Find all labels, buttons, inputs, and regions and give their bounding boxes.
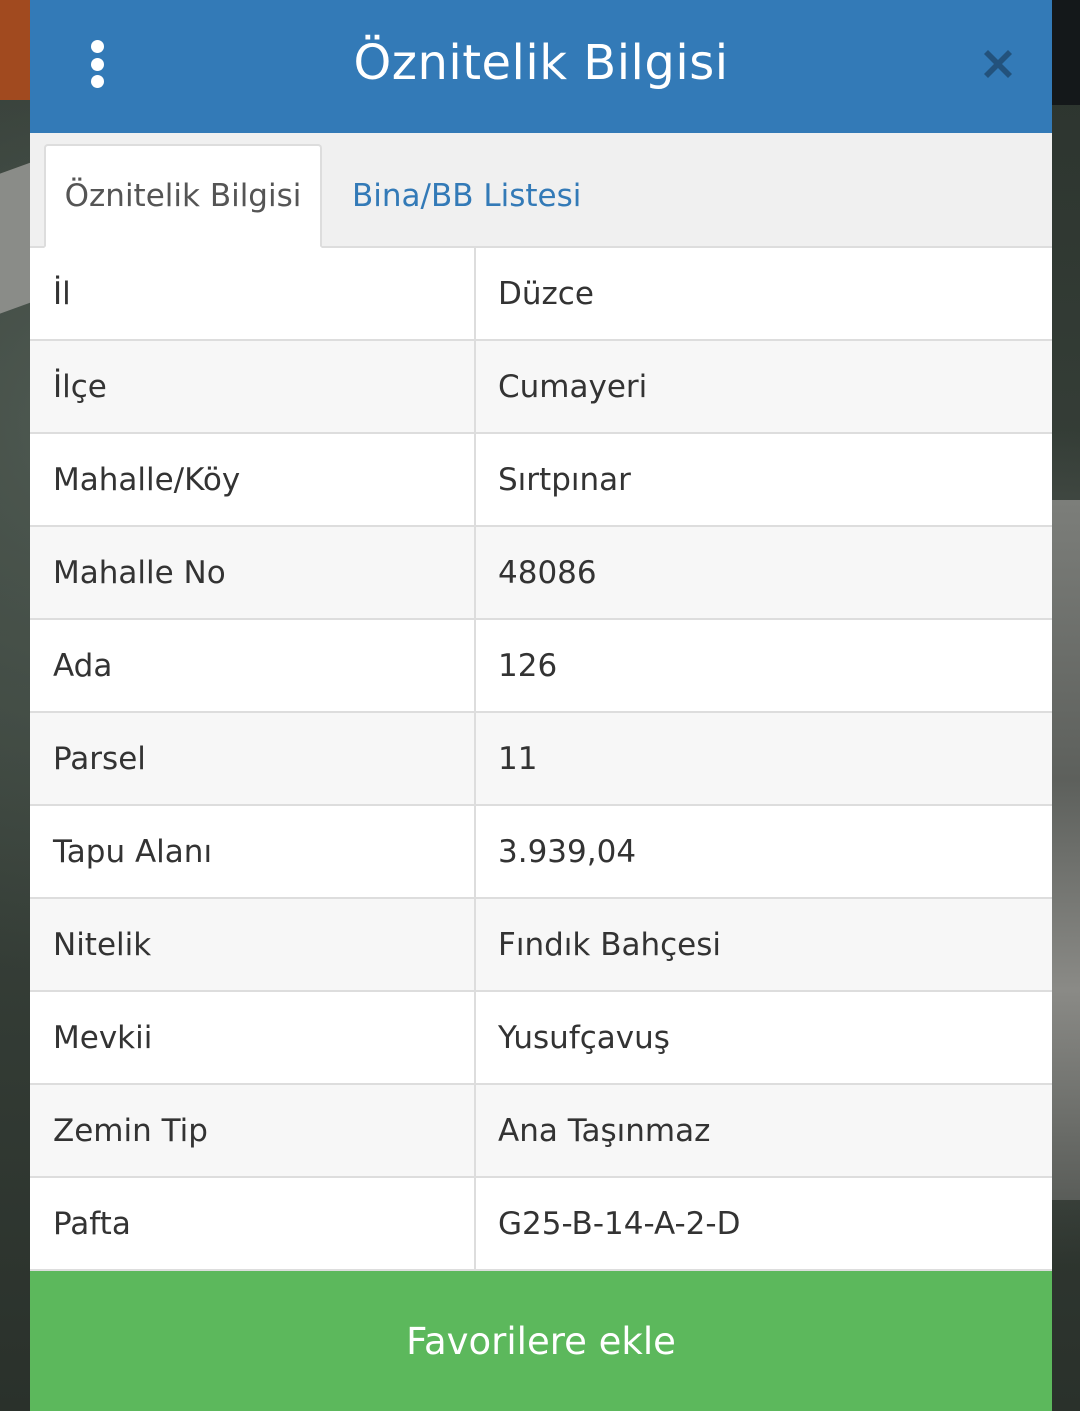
table-row: Mevkii Yusufçavuş xyxy=(30,992,1052,1086)
attribute-info-dialog: Öznitelik Bilgisi Öznitelik Bilgisi Bina… xyxy=(30,0,1052,1411)
attribute-name: Parsel xyxy=(30,713,476,805)
attribute-name: İlçe xyxy=(30,341,476,433)
vertical-dots-icon-dot xyxy=(90,75,104,88)
map-road xyxy=(0,162,30,318)
tab-label: Öznitelik Bilgisi xyxy=(64,178,302,215)
table-row: Nitelik Fındık Bahçesi xyxy=(30,899,1052,993)
table-row: Ada 126 xyxy=(30,620,1052,714)
close-icon xyxy=(984,50,1012,78)
attribute-table: İl Düzce İlçe Cumayeri Mahalle/Köy Sırtpınar M… xyxy=(30,248,1052,1272)
attribute-value: Cumayeri xyxy=(498,368,648,405)
attribute-value: Fındık Bahçesi xyxy=(498,926,721,963)
attribute-value: Yusufçavuş xyxy=(498,1019,670,1056)
map-feature xyxy=(0,0,30,100)
attribute-name: Pafta xyxy=(30,1178,476,1270)
attribute-value: 3.939,04 xyxy=(498,833,637,870)
map-road xyxy=(1052,500,1080,1200)
attribute-name: Zemin Tip xyxy=(30,1085,476,1177)
attribute-value: 48086 xyxy=(498,554,597,591)
table-row: Zemin Tip Ana Taşınmaz xyxy=(30,1085,1052,1179)
attribute-name: Tapu Alanı xyxy=(30,806,476,898)
attribute-name: İl xyxy=(30,248,476,340)
table-row: Mahalle/Köy Sırtpınar xyxy=(30,434,1052,528)
attribute-value: G25-B-14-A-2-D xyxy=(498,1205,741,1242)
attribute-name: Mevkii xyxy=(30,992,476,1084)
menu-button[interactable] xyxy=(84,40,110,88)
attribute-name: Mahalle No xyxy=(30,527,476,619)
close-button[interactable] xyxy=(980,46,1016,82)
table-row: Parsel 11 xyxy=(30,713,1052,807)
map-feature xyxy=(1050,0,1080,105)
table-row: İl Düzce xyxy=(30,248,1052,342)
vertical-dots-icon xyxy=(90,40,104,53)
tab-bar: Öznitelik Bilgisi Bina/BB Listesi xyxy=(30,132,1052,249)
attribute-name: Nitelik xyxy=(30,899,476,991)
attribute-value: 126 xyxy=(498,647,558,684)
vertical-dots-icon-dot xyxy=(90,57,104,71)
attribute-value: 11 xyxy=(498,740,538,777)
attribute-name: Mahalle/Köy xyxy=(30,434,476,526)
attribute-value: Ana Taşınmaz xyxy=(498,1112,711,1149)
attribute-value: Düzce xyxy=(498,275,594,312)
tab-label: Bina/BB Listesi xyxy=(352,178,582,215)
table-row: İlçe Cumayeri xyxy=(30,341,1052,435)
attribute-value: Sırtpınar xyxy=(498,461,631,498)
tab-attribute-info[interactable]: Öznitelik Bilgisi xyxy=(44,144,322,249)
table-row: Mahalle No 48086 xyxy=(30,527,1052,621)
table-row: Tapu Alanı 3.939,04 xyxy=(30,806,1052,900)
dialog-header: Öznitelik Bilgisi xyxy=(30,0,1052,133)
attribute-name: Ada xyxy=(30,620,476,712)
table-row: Pafta G25-B-14-A-2-D xyxy=(30,1178,1052,1272)
tab-building-list[interactable]: Bina/BB Listesi xyxy=(352,144,612,248)
dialog-title: Öznitelik Bilgisi xyxy=(353,35,729,92)
add-to-favorites-button[interactable]: Favorilere ekle xyxy=(30,1271,1052,1411)
